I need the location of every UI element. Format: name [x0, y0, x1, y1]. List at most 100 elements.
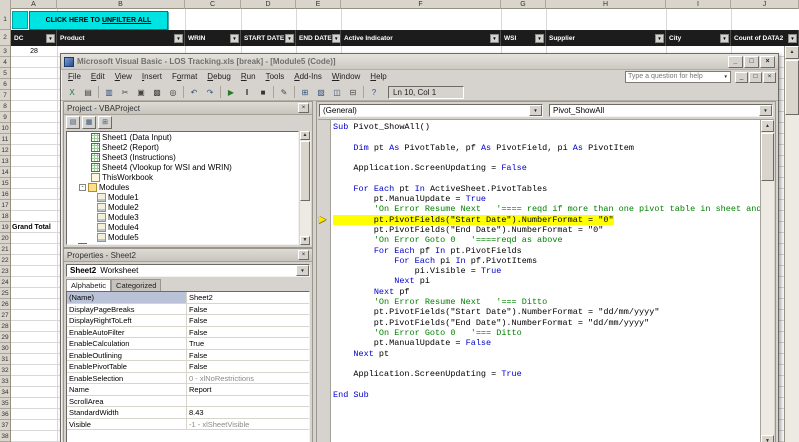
- project-item-module4[interactable]: Module4: [67, 222, 298, 232]
- project-explorer-icon[interactable]: ⊞: [297, 85, 313, 99]
- project-item-sheet4-vlookup-for-wsi-and-wrin[interactable]: Sheet4 (Vlookup for WSI and WRIN): [67, 162, 298, 172]
- grand-total-cell[interactable]: Grand Total: [12, 222, 51, 233]
- object-browser-icon[interactable]: ◫: [329, 85, 345, 99]
- scroll-up-icon[interactable]: ▲: [300, 131, 310, 140]
- filter-header-product[interactable]: Product ▼: [57, 30, 185, 46]
- property-value[interactable]: [187, 396, 309, 407]
- code-line-6[interactable]: [333, 173, 760, 183]
- row-header-3[interactable]: 3: [0, 46, 10, 57]
- scroll-down-icon[interactable]: ▼: [300, 236, 310, 245]
- code-line-2[interactable]: [333, 132, 760, 142]
- menu-window[interactable]: Window: [327, 71, 365, 83]
- column-header-g[interactable]: G: [501, 0, 546, 9]
- menu-debug[interactable]: Debug: [202, 71, 236, 83]
- filter-dropdown-icon[interactable]: ▼: [535, 33, 544, 43]
- toolbox-icon[interactable]: ⊟: [345, 85, 361, 99]
- vbe-titlebar[interactable]: Microsoft Visual Basic - LOS Tracking.xl…: [61, 54, 778, 70]
- code-line-26[interactable]: [333, 379, 760, 389]
- row-header-6[interactable]: 6: [0, 79, 10, 90]
- filter-dropdown-icon[interactable]: ▼: [331, 33, 340, 43]
- row-header-28[interactable]: 28: [0, 321, 10, 332]
- code-line-19[interactable]: pt.PivotFields("Start Date").NumberForma…: [333, 307, 760, 317]
- project-panel-titlebar[interactable]: Project - VBAProject ×: [64, 102, 312, 115]
- mdi-minimize-button[interactable]: _: [735, 71, 748, 83]
- column-header-d[interactable]: D: [241, 0, 296, 9]
- property-name[interactable]: EnablePivotTable: [67, 361, 187, 372]
- code-line-3[interactable]: Dim pt As PivotTable, pf As PivotField, …: [333, 143, 760, 153]
- filter-header-count-of-data2[interactable]: Count of DATA2 ▼: [731, 30, 799, 46]
- column-header-j[interactable]: J: [731, 0, 799, 9]
- tab-categorized[interactable]: Categorized: [111, 279, 162, 291]
- break-icon[interactable]: ‖: [239, 85, 255, 99]
- undo-icon[interactable]: ↶: [186, 85, 202, 99]
- row-header-19[interactable]: 19: [0, 222, 10, 233]
- menu-help[interactable]: Help: [365, 71, 391, 83]
- properties-panel-titlebar[interactable]: Properties - Sheet2 ×: [64, 249, 312, 262]
- code-line-15[interactable]: pi.Visible = True: [333, 266, 760, 276]
- row-header-7[interactable]: 7: [0, 90, 10, 101]
- code-line-8[interactable]: pt.ManualUpdate = True: [333, 194, 760, 204]
- excel-vertical-scrollbar[interactable]: ▲: [784, 46, 799, 442]
- property-value[interactable]: False: [187, 350, 309, 361]
- row-header-24[interactable]: 24: [0, 277, 10, 288]
- column-header-h[interactable]: H: [546, 0, 666, 9]
- properties-window-icon[interactable]: ▧: [313, 85, 329, 99]
- mdi-restore-button[interactable]: □: [749, 71, 762, 83]
- row-header-5[interactable]: 5: [0, 68, 10, 79]
- reset-icon[interactable]: ■: [255, 85, 271, 99]
- filter-header-wsi[interactable]: WSI ▼: [501, 30, 546, 46]
- design-mode-icon[interactable]: ✎: [276, 85, 292, 99]
- filter-header-active-indicator[interactable]: Active Indicator ▼: [341, 30, 501, 46]
- code-line-1[interactable]: Sub Pivot_ShowAll(): [333, 122, 760, 132]
- code-line-20[interactable]: pt.PivotFields("End Date").NumberFormat …: [333, 318, 760, 328]
- cell-a3[interactable]: 28: [11, 46, 57, 57]
- property-value[interactable]: 8.43: [187, 407, 309, 418]
- row-header-27[interactable]: 27: [0, 310, 10, 321]
- code-line-27[interactable]: End Sub: [333, 390, 760, 400]
- close-icon[interactable]: ×: [298, 250, 309, 260]
- filter-header-supplier[interactable]: Supplier ▼: [546, 30, 666, 46]
- property-value[interactable]: False: [187, 304, 309, 315]
- filter-header-start-date[interactable]: START DATE ▼: [241, 30, 296, 46]
- project-item-module5[interactable]: Module5: [67, 232, 298, 242]
- code-line-21[interactable]: 'On Error Goto 0 '=== Ditto: [333, 328, 760, 338]
- code-line-12[interactable]: 'On Error Goto 0 '====reqd as above: [333, 235, 760, 245]
- object-dropdown[interactable]: (General) ▼: [319, 104, 543, 117]
- project-item-sheet1-data-input[interactable]: Sheet1 (Data Input): [67, 132, 298, 142]
- code-line-11[interactable]: pt.PivotFields("End Date").NumberFormat …: [333, 225, 760, 235]
- code-vertical-scrollbar[interactable]: ▲ ▼: [760, 120, 774, 442]
- insert-userform-icon[interactable]: ▤: [80, 85, 96, 99]
- menu-file[interactable]: File: [63, 71, 86, 83]
- filter-header-dc[interactable]: DC ▼: [11, 30, 57, 46]
- code-editor[interactable]: Sub Pivot_ShowAll() Dim pt As PivotTable…: [331, 120, 760, 442]
- row-header-15[interactable]: 15: [0, 178, 10, 189]
- project-item-sheet3-instructions[interactable]: Sheet3 (Instructions): [67, 152, 298, 162]
- property-name[interactable]: EnableSelection: [67, 372, 187, 383]
- row-header-31[interactable]: 31: [0, 354, 10, 365]
- row-header-2[interactable]: 2: [0, 30, 10, 46]
- project-item-module3[interactable]: Module3: [67, 212, 298, 222]
- row-header-13[interactable]: 13: [0, 156, 10, 167]
- minimize-button[interactable]: _: [728, 55, 743, 68]
- scroll-thumb[interactable]: [761, 133, 774, 181]
- code-line-18[interactable]: 'On Error Resume Next '=== Ditto: [333, 297, 760, 307]
- procedure-dropdown[interactable]: Pivot_ShowAll ▼: [549, 104, 773, 117]
- tab-alphabetic[interactable]: Alphabetic: [66, 279, 112, 291]
- view-object-icon[interactable]: ▦: [82, 116, 96, 129]
- column-header-e[interactable]: E: [296, 0, 341, 9]
- scroll-thumb[interactable]: [785, 60, 799, 115]
- row-header-9[interactable]: 9: [0, 112, 10, 123]
- scroll-down-icon[interactable]: ▼: [761, 435, 774, 442]
- close-icon[interactable]: ×: [298, 103, 309, 113]
- row-header-11[interactable]: 11: [0, 134, 10, 145]
- row-header-26[interactable]: 26: [0, 299, 10, 310]
- row-header-30[interactable]: 30: [0, 343, 10, 354]
- property-name[interactable]: Visible: [67, 418, 187, 429]
- project-item-modules[interactable]: - Modules: [67, 182, 298, 192]
- row-header-1[interactable]: 1: [0, 9, 10, 30]
- menu-insert[interactable]: Insert: [137, 71, 167, 83]
- project-item-module1[interactable]: Module1: [67, 192, 298, 202]
- row-header-10[interactable]: 10: [0, 123, 10, 134]
- close-button[interactable]: ×: [760, 55, 775, 68]
- collapse-icon[interactable]: -: [79, 183, 86, 191]
